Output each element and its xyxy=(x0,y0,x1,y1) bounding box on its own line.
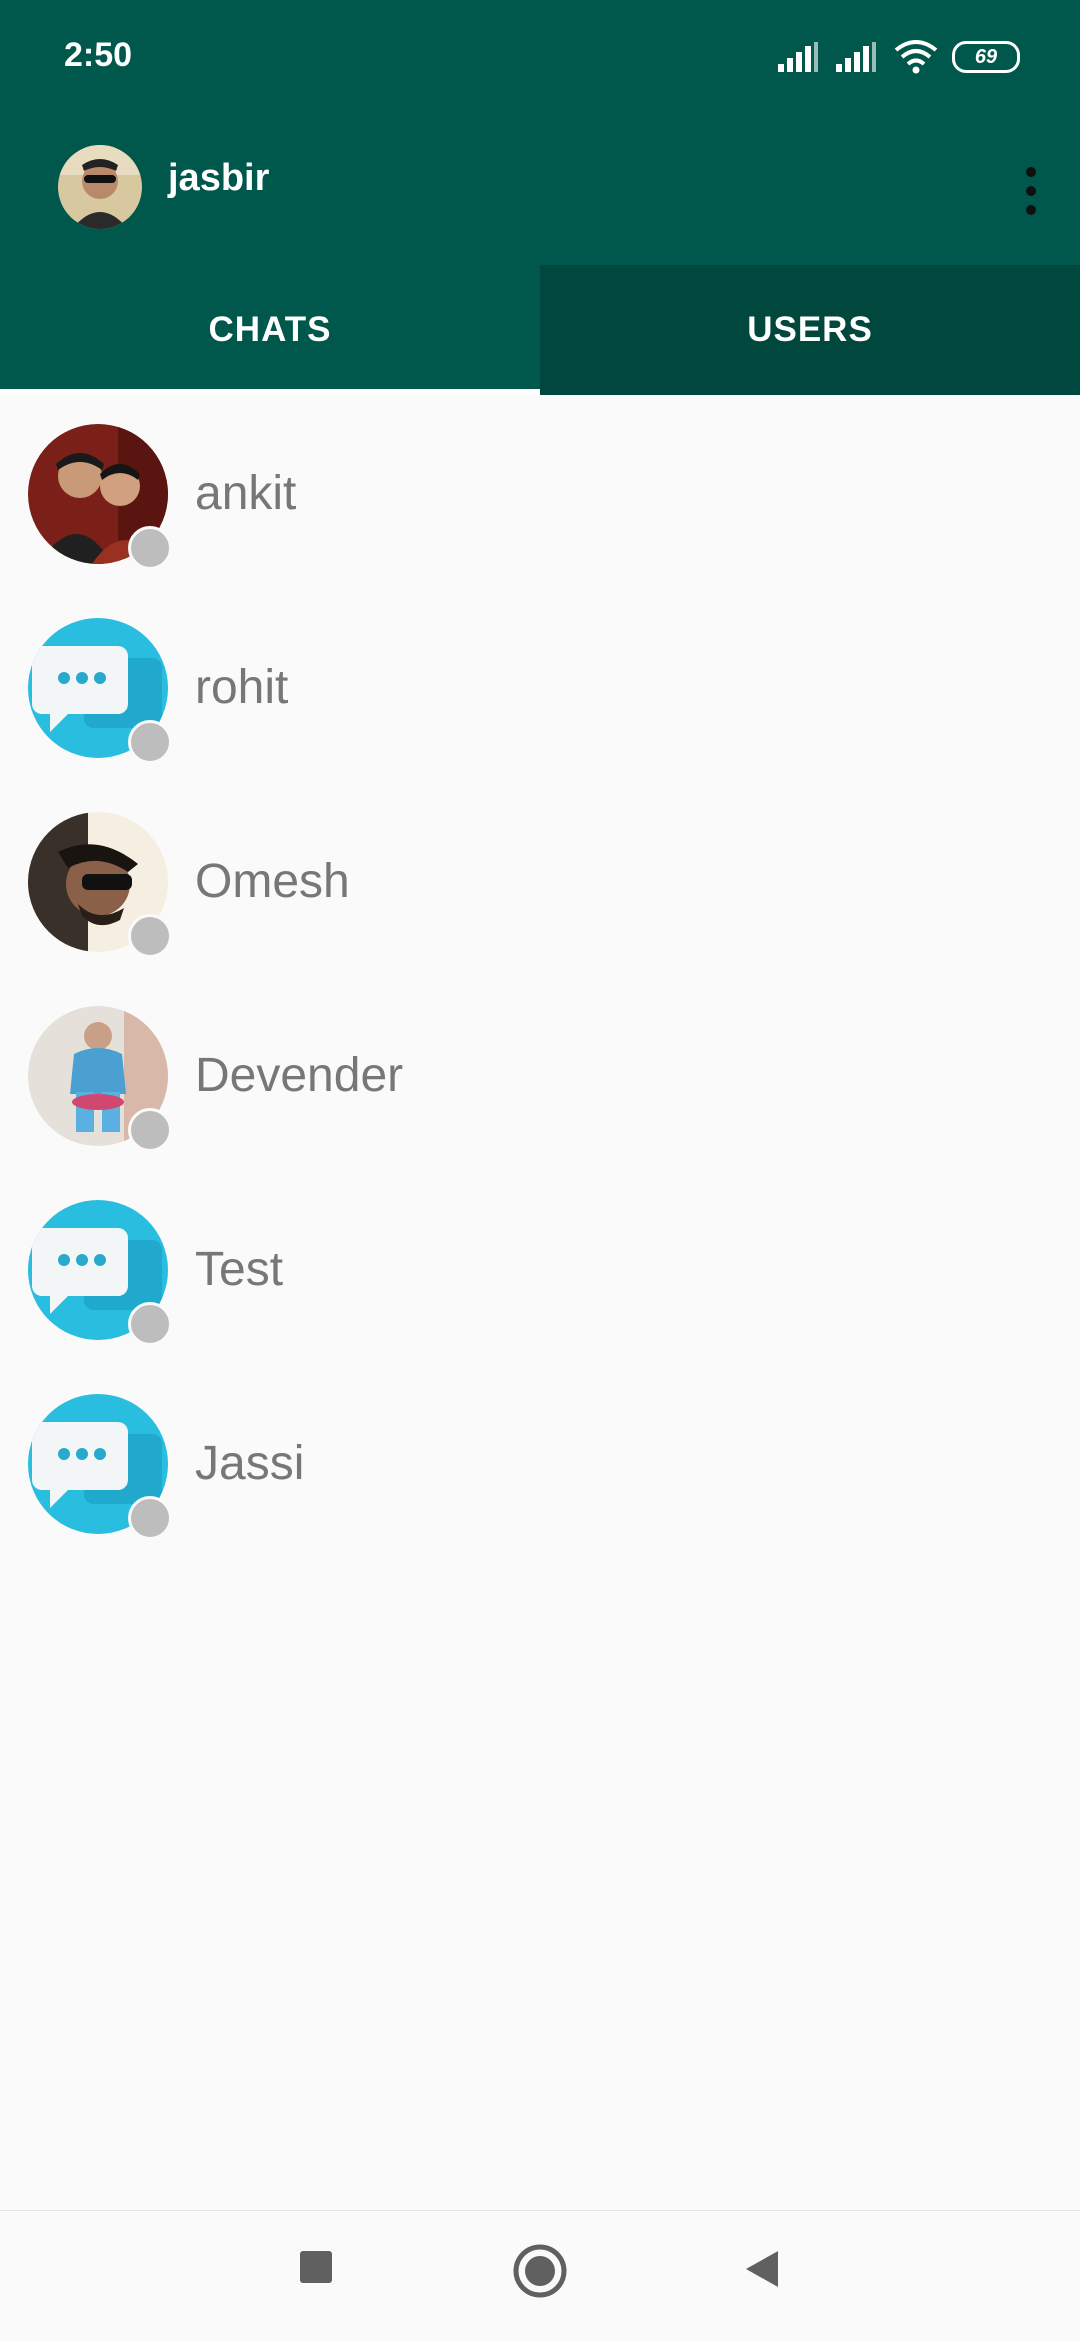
profile-avatar[interactable] xyxy=(58,145,142,229)
tab-chats[interactable]: CHATS xyxy=(0,265,540,395)
contact-name: Devender xyxy=(195,1049,404,1102)
presence-dot xyxy=(128,1496,172,1540)
presence-dot xyxy=(128,914,172,958)
tab-users[interactable]: USERS xyxy=(540,265,1080,395)
contact-name: rohit xyxy=(195,661,289,714)
list-item[interactable]: Jassi xyxy=(0,1370,1080,1564)
wifi-icon xyxy=(894,40,938,74)
app-bar: jasbir xyxy=(0,117,1080,265)
system-nav-bar xyxy=(0,2210,1080,2341)
battery-icon: 69 xyxy=(952,41,1020,73)
list-item[interactable]: ankit xyxy=(0,400,1080,594)
tab-users-label: USERS xyxy=(747,310,873,349)
status-bar: 2:50 69 xyxy=(0,0,1080,117)
back-icon[interactable] xyxy=(742,2249,782,2289)
list-item[interactable]: Test xyxy=(0,1176,1080,1370)
presence-dot xyxy=(128,720,172,764)
presence-dot xyxy=(128,1108,172,1152)
status-icons: 69 xyxy=(778,40,1020,74)
list-item[interactable]: Omesh xyxy=(0,788,1080,982)
status-time: 2:50 xyxy=(64,36,133,74)
presence-dot xyxy=(128,1302,172,1346)
contact-name: Omesh xyxy=(195,855,350,908)
signal-icon xyxy=(836,42,876,72)
tab-indicator xyxy=(0,389,540,395)
contact-name: Jassi xyxy=(195,1437,305,1490)
signal-icon xyxy=(778,42,818,72)
list-item[interactable]: Devender xyxy=(0,982,1080,1176)
list-item[interactable]: rohit xyxy=(0,594,1080,788)
tab-bar: CHATS USERS xyxy=(0,265,1080,395)
presence-dot xyxy=(128,526,172,570)
username: jasbir xyxy=(168,157,270,199)
overflow-menu-icon[interactable] xyxy=(1024,167,1038,215)
user-photo-icon xyxy=(58,145,142,229)
contact-list: ankit rohit Omesh Devender Test Jassi xyxy=(0,400,1080,1564)
recents-icon[interactable] xyxy=(298,2249,334,2285)
contact-name: Test xyxy=(195,1243,284,1296)
home-icon[interactable] xyxy=(512,2243,568,2299)
tab-chats-label: CHATS xyxy=(208,310,332,349)
contact-name: ankit xyxy=(195,467,297,520)
